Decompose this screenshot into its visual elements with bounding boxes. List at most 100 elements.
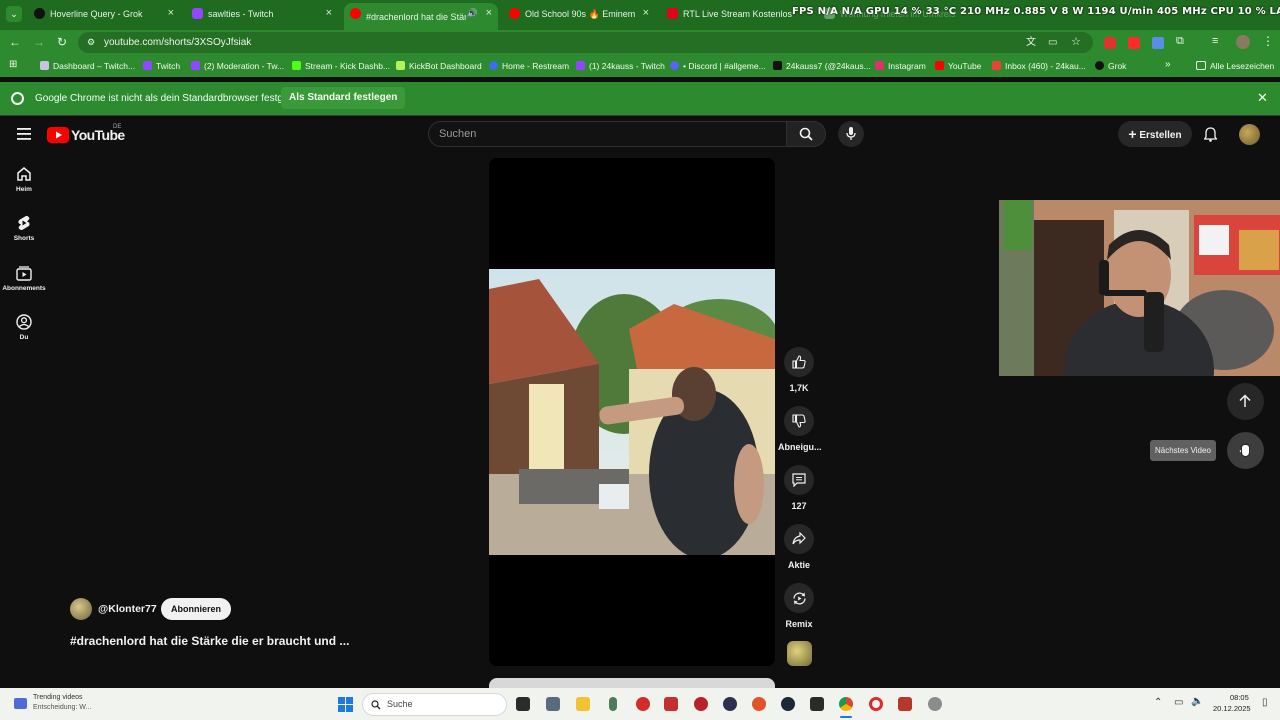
previous-video-button[interactable] <box>1227 383 1264 420</box>
sidebar-item-home[interactable]: Heim <box>0 166 48 193</box>
sidebar-item-shorts[interactable]: Shorts <box>0 215 48 242</box>
back-icon[interactable]: ← <box>9 35 21 49</box>
share-button[interactable]: Aktie <box>784 524 814 570</box>
url-field[interactable]: ⚙ youtube.com/shorts/3XSOyJfsiak 文 ▭ ☆ <box>78 32 1093 53</box>
create-button[interactable]: + Erstellen <box>1118 121 1192 147</box>
set-default-button[interactable]: Als Standard festlegen <box>281 87 406 109</box>
hamburger-menu-icon[interactable] <box>17 128 31 140</box>
taskbar-search-box[interactable]: Suche <box>362 693 507 716</box>
close-tab-icon[interactable]: × <box>326 7 332 19</box>
rtl-favicon-icon <box>667 8 678 19</box>
tray-chevron-icon[interactable]: ⌃ <box>1154 697 1162 708</box>
bookmark-item[interactable]: Grok <box>1095 61 1126 71</box>
epic-games-icon[interactable] <box>810 697 824 711</box>
close-tab-icon[interactable]: × <box>643 7 649 19</box>
close-tab-icon[interactable]: × <box>168 7 174 19</box>
notifications-bell-icon[interactable] <box>1204 127 1217 142</box>
bookmark-item[interactable]: Inbox (460) - 24kau... <box>992 61 1086 71</box>
extension-calendar-icon[interactable] <box>1152 37 1164 49</box>
next-video-button[interactable] <box>1227 432 1264 469</box>
notifications-icon[interactable]: ▯ <box>1262 697 1268 708</box>
search-input[interactable]: Suchen <box>428 121 786 147</box>
bookmark-item[interactable]: (2) Moderation - Tw... <box>191 61 284 71</box>
obs-icon[interactable] <box>723 697 737 711</box>
opera-icon[interactable] <box>869 697 883 711</box>
search-button[interactable] <box>786 121 826 147</box>
windows-start-icon[interactable] <box>338 697 353 712</box>
close-tab-icon[interactable]: × <box>486 7 492 19</box>
cast-icon[interactable]: ▭ <box>1048 32 1057 53</box>
bookmark-item[interactable]: Dashboard – Twitch... <box>40 61 135 71</box>
shorts-icon <box>18 215 30 230</box>
dislike-button[interactable]: Abneigu... <box>778 406 822 452</box>
active-app-indicator <box>840 716 852 718</box>
boxed-app-icon[interactable] <box>898 697 912 711</box>
tray-time[interactable]: 08:05 <box>1230 693 1249 702</box>
file-explorer-icon[interactable] <box>576 697 590 711</box>
extension-youtube-icon[interactable] <box>1128 37 1140 49</box>
task-view-icon[interactable] <box>516 697 530 711</box>
bookmark-star-icon[interactable]: ☆ <box>1071 32 1081 53</box>
home-icon <box>17 167 31 181</box>
account-avatar[interactable] <box>1239 124 1260 145</box>
extensions-puzzle-icon[interactable]: ⧉ <box>1176 35 1184 48</box>
widget-line-2[interactable]: Entscheidung: W... <box>33 704 91 711</box>
channel-name[interactable]: @Klonter77 <box>98 603 157 615</box>
bookmark-item[interactable]: • Discord | #allgeme... <box>670 61 766 71</box>
speaker-icon[interactable]: 🔊 <box>467 8 478 19</box>
extension-red-icon[interactable] <box>1104 37 1116 49</box>
chrome-taskbar-icon[interactable] <box>839 697 853 711</box>
tray-date[interactable]: 20.12.2025 <box>1213 704 1251 713</box>
voice-search-button[interactable] <box>838 121 864 147</box>
tray-volume-icon[interactable]: 🔈 <box>1191 696 1203 707</box>
comments-button[interactable]: 127 <box>784 465 814 511</box>
steam-icon[interactable] <box>781 697 795 711</box>
video-title[interactable]: #drachenlord hat die Stärke die er brauc… <box>70 634 349 648</box>
tab-youtube-active[interactable]: #drachenlord hat die Stärke 🔊 × <box>344 3 498 30</box>
browser-app-icon[interactable] <box>752 697 766 711</box>
all-bookmarks-folder[interactable]: Alle Lesezeichen <box>1196 61 1274 71</box>
mouse-app-icon[interactable] <box>609 697 617 711</box>
bookmark-item[interactable]: Stream - Kick Dashb... <box>292 61 390 71</box>
remix-button[interactable]: Remix <box>784 583 814 629</box>
channel-avatar[interactable] <box>70 598 92 620</box>
tab-grok[interactable]: Hoverline Query - Grok × <box>28 3 180 25</box>
widget-thumbnail-icon[interactable] <box>14 698 27 709</box>
bookmark-item[interactable]: KickBot Dashboard <box>396 61 482 71</box>
bookmark-item[interactable]: Twitch <box>143 61 180 71</box>
chrome-icon <box>11 92 24 105</box>
subscribe-button[interactable]: Abonnieren <box>161 598 232 620</box>
tab-twitch[interactable]: sawlties - Twitch × <box>186 3 338 25</box>
tab-eminem[interactable]: Old School 90s 🔥 Eminem & Sn × <box>503 3 655 25</box>
close-infobar-icon[interactable]: ✕ <box>1257 90 1268 106</box>
bookmark-item[interactable]: Instagram <box>875 61 926 71</box>
sound-avatar[interactable] <box>787 641 812 666</box>
sidebar-item-subscriptions[interactable]: Abonnements <box>0 265 48 292</box>
bookmark-item[interactable]: 24kauss7 (@24kaus... <box>773 61 871 71</box>
bookmark-item[interactable]: YouTube <box>935 61 981 71</box>
site-info-icon[interactable]: ⚙ <box>87 32 95 53</box>
tray-network-icon[interactable]: ▭ <box>1174 697 1183 708</box>
address-bar-row: ← → ↻ ⚙ youtube.com/shorts/3XSOyJfsiak 文… <box>0 30 1280 55</box>
tab-rtl[interactable]: RTL Live Stream Kostenlos Ohn <box>661 3 813 25</box>
widget-line-1[interactable]: Trending videos <box>33 694 83 701</box>
reload-icon[interactable]: ↻ <box>57 35 67 49</box>
shorts-video-player[interactable] <box>489 158 775 666</box>
translate-icon[interactable]: 文 <box>1026 32 1036 53</box>
red-app-icon[interactable] <box>636 697 650 711</box>
settings-app-icon[interactable] <box>928 697 942 711</box>
forward-icon[interactable]: → <box>33 35 45 49</box>
streaming-app-icon[interactable] <box>664 697 678 711</box>
tab-search-chevron-icon[interactable]: ⌄ <box>6 6 22 22</box>
bookmark-item[interactable]: Home - Restream <box>489 61 569 71</box>
apps-grid-icon[interactable]: ⊞ <box>9 59 17 70</box>
sidebar-item-you[interactable]: Du <box>0 314 48 341</box>
like-button[interactable]: 1,7K <box>784 347 814 393</box>
bookmark-item[interactable]: (1) 24kauss - Twitch <box>576 61 665 71</box>
more-bookmarks-icon[interactable]: » <box>1165 59 1171 70</box>
calculator-icon[interactable] <box>546 697 560 711</box>
menu-kebab-icon[interactable]: ⋮ <box>1262 34 1274 48</box>
recording-app-icon[interactable] <box>694 697 708 711</box>
media-control-icon[interactable]: ≡ <box>1212 35 1218 47</box>
profile-avatar-icon[interactable] <box>1236 35 1250 49</box>
